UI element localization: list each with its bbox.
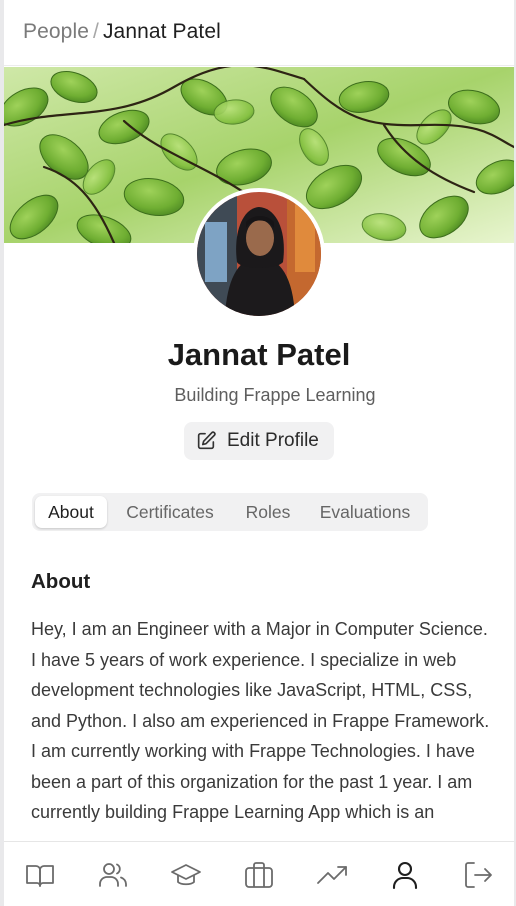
nav-courses[interactable] xyxy=(24,859,56,891)
nav-logout[interactable] xyxy=(462,859,494,891)
about-text: Hey, I am an Engineer with a Major in Co… xyxy=(31,619,490,822)
profile-bio: Building Frappe Learning xyxy=(174,385,376,405)
tab-evaluations[interactable]: Evaluations xyxy=(314,496,416,528)
edit-profile-label: Edit Profile xyxy=(227,430,319,451)
graduation-cap-icon xyxy=(171,864,201,886)
tab-roles[interactable]: Roles xyxy=(240,496,296,528)
breadcrumb: People / Jannat Patel xyxy=(23,20,221,44)
profile-tabs: About Certificates Roles Evaluations xyxy=(32,493,428,531)
tab-certificates[interactable]: Certificates xyxy=(118,496,222,528)
bottom-nav xyxy=(4,841,514,906)
nav-people[interactable] xyxy=(97,859,129,891)
breadcrumb-current: Jannat Patel xyxy=(102,20,221,43)
logout-icon xyxy=(465,862,492,888)
briefcase-icon xyxy=(245,862,273,888)
about-heading: About xyxy=(31,570,91,593)
trending-up-icon xyxy=(317,866,347,884)
breadcrumb-people-link[interactable]: People xyxy=(23,20,89,43)
people-icon xyxy=(99,863,127,887)
nav-profile[interactable] xyxy=(389,859,421,891)
book-icon xyxy=(26,865,54,887)
edit-icon xyxy=(197,431,216,450)
nav-batches[interactable] xyxy=(170,859,202,891)
profile-page: People / Jannat Patel Jannat Patel Build… xyxy=(4,0,514,906)
nav-statistics[interactable] xyxy=(316,859,348,891)
profile-name: Jannat Patel xyxy=(167,337,351,372)
user-icon xyxy=(392,861,418,890)
avatar xyxy=(193,188,325,320)
breadcrumb-separator: / xyxy=(93,20,99,43)
edit-profile-button[interactable]: Edit Profile xyxy=(184,422,334,460)
nav-jobs[interactable] xyxy=(243,859,275,891)
header: People / Jannat Patel xyxy=(4,0,514,66)
tab-about[interactable]: About xyxy=(35,496,107,528)
